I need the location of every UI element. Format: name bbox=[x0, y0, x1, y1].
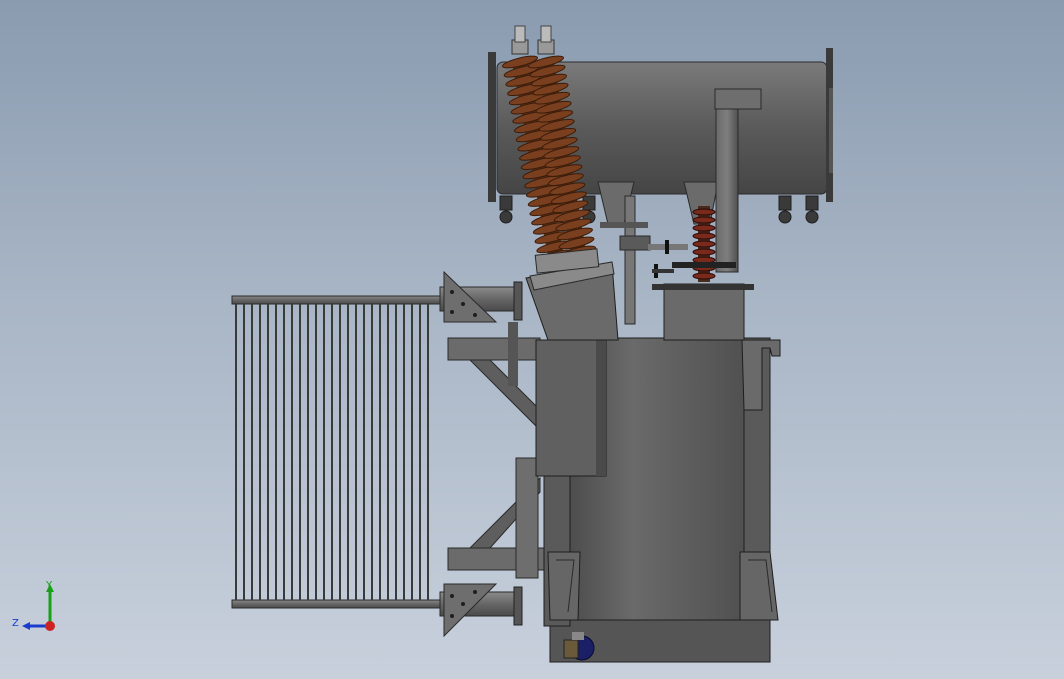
hv-turret[interactable] bbox=[525, 261, 619, 341]
triad-z-label: Z bbox=[12, 618, 19, 629]
graphics-viewport[interactable]: Y Z bbox=[0, 0, 1064, 679]
triad-y-label: Y bbox=[46, 580, 53, 591]
radiator-bank[interactable] bbox=[231, 295, 443, 609]
transformer-model[interactable] bbox=[0, 0, 1064, 679]
coordinate-triad bbox=[22, 584, 55, 631]
main-tank[interactable] bbox=[535, 283, 781, 663]
support-brackets bbox=[447, 322, 551, 579]
